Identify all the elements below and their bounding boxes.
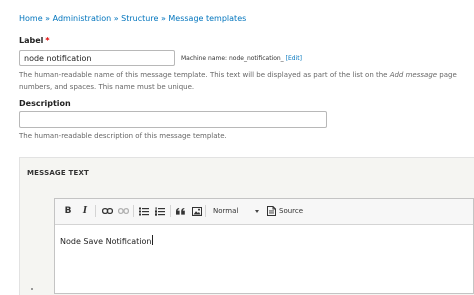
unlink-icon	[117, 207, 129, 215]
breadcrumb-separator: »	[45, 14, 51, 23]
machine-name: Machine name: node_notification_ [Edit]	[181, 55, 302, 62]
label-help-text-line2: numbers, and spaces. This name must be u…	[19, 83, 195, 91]
image-button[interactable]	[191, 205, 202, 217]
description-input[interactable]	[19, 111, 327, 128]
breadcrumb: Home » Administration » Structure » Mess…	[19, 14, 246, 23]
numbered-list-icon	[154, 206, 165, 216]
toolbar-divider	[95, 205, 96, 217]
text-cursor	[151, 235, 153, 245]
link-button[interactable]	[101, 205, 113, 217]
format-select-value: Normal	[213, 207, 239, 215]
machine-name-edit-link[interactable]: [Edit]	[286, 55, 302, 62]
source-icon	[267, 206, 276, 216]
required-marker: *	[45, 36, 50, 45]
label-input[interactable]	[19, 50, 175, 66]
label-help-text-em: Add message	[389, 71, 438, 79]
label-help-text: The human-readable name of this message …	[19, 71, 457, 79]
blockquote-icon	[175, 207, 185, 215]
toolbar-divider	[205, 205, 206, 217]
breadcrumb-separator: »	[160, 14, 166, 23]
rich-text-editor: B I Normal Source Node Save Notification	[54, 198, 474, 294]
chevron-down-icon	[255, 210, 259, 213]
editor-text: Node Save Notification	[60, 237, 152, 246]
description-field-label: Description	[19, 99, 71, 108]
description-help-text: The human-readable description of this m…	[19, 132, 227, 140]
numbered-list-button[interactable]	[154, 205, 165, 217]
editor-toolbar: B I Normal Source	[55, 199, 473, 225]
bulleted-list-button[interactable]	[138, 205, 149, 217]
label-help-text-start: The human-readable name of this message …	[19, 71, 390, 79]
source-button[interactable]: Source	[267, 205, 303, 217]
toolbar-divider	[133, 205, 134, 217]
bold-button[interactable]: B	[64, 205, 72, 217]
label-field-label-text: Label	[19, 36, 44, 45]
label-field-label: Label *	[19, 36, 50, 45]
breadcrumb-message-templates[interactable]: Message templates	[168, 14, 246, 23]
blockquote-button[interactable]	[175, 205, 185, 217]
breadcrumb-structure[interactable]: Structure	[121, 14, 158, 23]
breadcrumb-home[interactable]: Home	[19, 14, 43, 23]
italic-button[interactable]: I	[81, 205, 89, 217]
link-icon	[101, 207, 113, 215]
toolbar-divider	[170, 205, 171, 217]
image-icon	[191, 206, 202, 216]
breadcrumb-administration[interactable]: Administration	[53, 14, 112, 23]
source-button-label: Source	[279, 207, 304, 215]
bulleted-list-icon	[138, 207, 149, 215]
unlink-button[interactable]	[117, 205, 129, 217]
label-help-text-end: page	[437, 71, 457, 79]
editor-content-area[interactable]: Node Save Notification	[60, 235, 153, 246]
format-select[interactable]: Normal	[207, 205, 259, 217]
machine-name-text: Machine name: node_notification_	[181, 55, 284, 62]
message-text-title: MESSAGE TEXT	[27, 169, 90, 177]
resize-handle[interactable]	[31, 288, 33, 290]
breadcrumb-separator: »	[113, 14, 119, 23]
